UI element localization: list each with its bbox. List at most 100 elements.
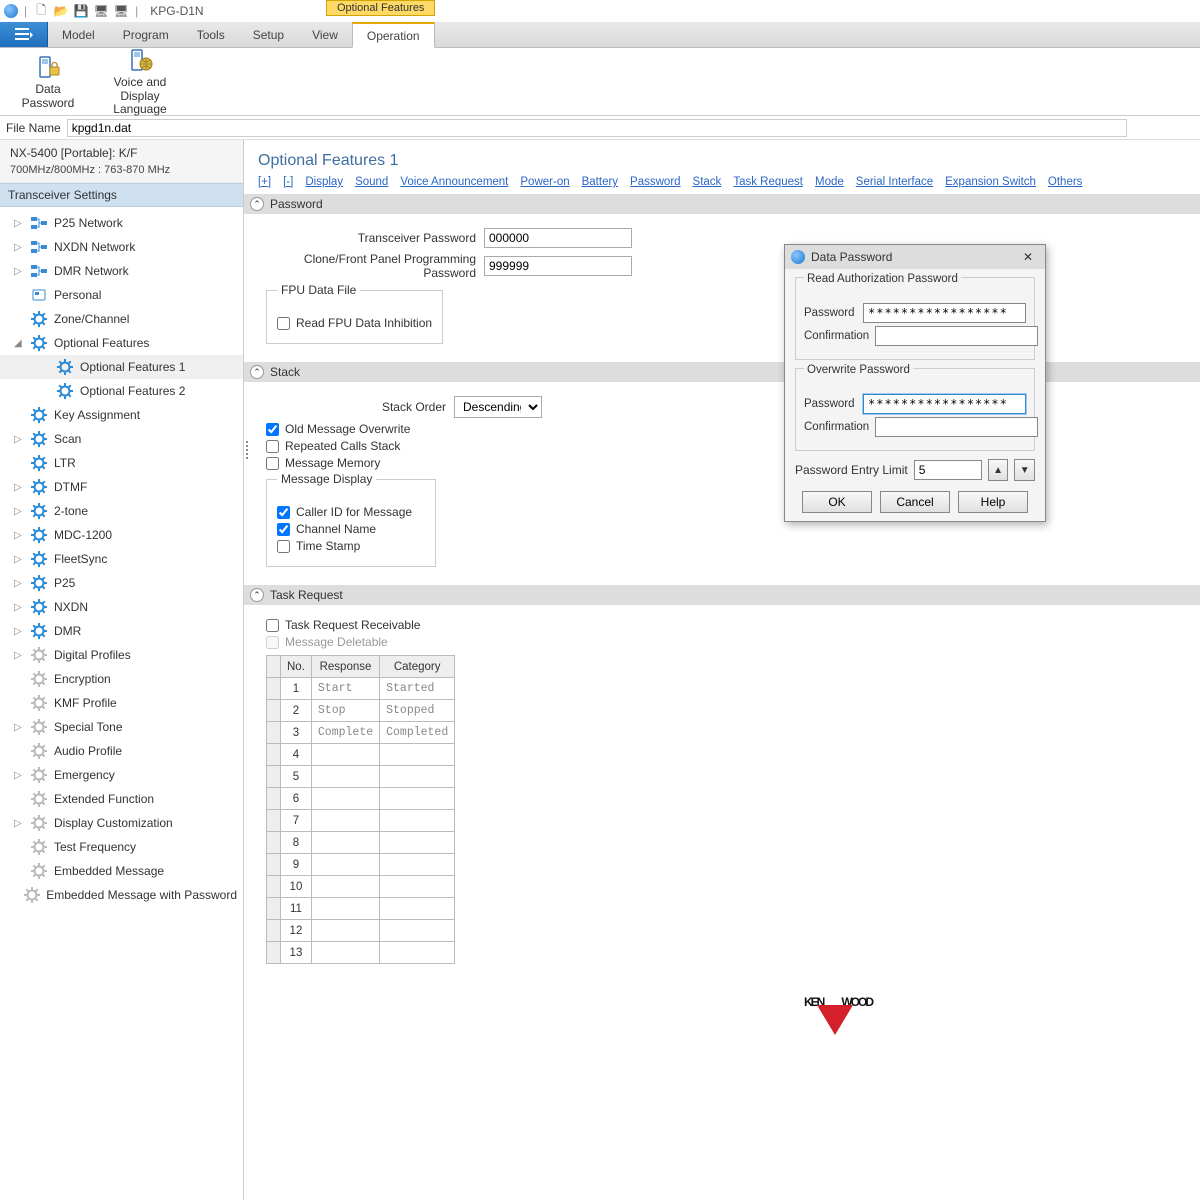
table-row[interactable]: 8 bbox=[267, 832, 455, 854]
link-stack[interactable]: Stack bbox=[693, 176, 722, 188]
read-confirmation-input[interactable] bbox=[875, 326, 1038, 346]
tree-item-ltr[interactable]: LTR bbox=[0, 451, 243, 475]
tab-view[interactable]: View bbox=[298, 22, 352, 47]
tree-item-extended-function[interactable]: Extended Function bbox=[0, 787, 243, 811]
table-row[interactable]: 9 bbox=[267, 854, 455, 876]
link-serial-interface[interactable]: Serial Interface bbox=[856, 176, 933, 188]
tree-item-encryption[interactable]: Encryption bbox=[0, 667, 243, 691]
tab-model[interactable]: Model bbox=[48, 22, 109, 47]
read-fpu-inhibition-checkbox[interactable] bbox=[277, 317, 290, 330]
tab-setup[interactable]: Setup bbox=[239, 22, 298, 47]
tree-item-2-tone[interactable]: ▷2-tone bbox=[0, 499, 243, 523]
link-password[interactable]: Password bbox=[630, 176, 681, 188]
tab-tools[interactable]: Tools bbox=[183, 22, 239, 47]
clone-password-input[interactable] bbox=[484, 256, 632, 276]
tree-item-p25-network[interactable]: ▷P25 Network bbox=[0, 211, 243, 235]
tree-item-embedded-message-with-password[interactable]: Embedded Message with Password bbox=[0, 883, 243, 907]
stack-section-header[interactable]: ⌃ Stack bbox=[244, 362, 1200, 382]
tree-item-kmf-profile[interactable]: KMF Profile bbox=[0, 691, 243, 715]
data-password-button[interactable]: Data Password bbox=[8, 53, 88, 111]
message-deletable-checkbox[interactable] bbox=[266, 636, 279, 649]
message-memory-checkbox[interactable] bbox=[266, 457, 279, 470]
overwrite-password-input[interactable] bbox=[863, 394, 1026, 414]
task-request-section-header[interactable]: ⌃ Task Request bbox=[244, 585, 1200, 605]
table-row[interactable]: 2StopStopped bbox=[267, 700, 455, 722]
new-file-icon[interactable]: 🗋 bbox=[33, 3, 49, 19]
tree-item-p25[interactable]: ▷P25 bbox=[0, 571, 243, 595]
task-request-table[interactable]: No.ResponseCategory1StartStarted2StopSto… bbox=[266, 655, 455, 964]
tree-item-mdc-1200[interactable]: ▷MDC-1200 bbox=[0, 523, 243, 547]
open-file-icon[interactable]: 📂 bbox=[53, 3, 69, 19]
dialog-titlebar[interactable]: Data Password ✕ bbox=[785, 245, 1045, 269]
file-menu-button[interactable] bbox=[0, 22, 48, 47]
voice-language-button[interactable]: Voice and Display Language bbox=[100, 46, 180, 117]
table-row[interactable]: 12 bbox=[267, 920, 455, 942]
spin-up-button[interactable]: ▲ bbox=[988, 459, 1009, 481]
settings-tree[interactable]: ▷P25 Network▷NXDN Network▷DMR NetworkPer… bbox=[0, 207, 243, 1200]
tree-item-key-assignment[interactable]: Key Assignment bbox=[0, 403, 243, 427]
password-entry-limit-input[interactable] bbox=[914, 460, 982, 480]
caller-id-checkbox[interactable] bbox=[277, 506, 290, 519]
table-row[interactable]: 3CompleteCompleted bbox=[267, 722, 455, 744]
tree-item-optional-features[interactable]: ◢Optional Features bbox=[0, 331, 243, 355]
tree-item-dtmf[interactable]: ▷DTMF bbox=[0, 475, 243, 499]
link-mode[interactable]: Mode bbox=[815, 176, 844, 188]
splitter-grip[interactable] bbox=[244, 430, 250, 470]
tree-item-display-customization[interactable]: ▷Display Customization bbox=[0, 811, 243, 835]
file-name-input[interactable] bbox=[67, 119, 1127, 137]
table-row[interactable]: 5 bbox=[267, 766, 455, 788]
tree-item-digital-profiles[interactable]: ▷Digital Profiles bbox=[0, 643, 243, 667]
tree-item-dmr[interactable]: ▷DMR bbox=[0, 619, 243, 643]
cancel-button[interactable]: Cancel bbox=[880, 491, 950, 513]
password-section-header[interactable]: ⌃ Password bbox=[244, 194, 1200, 214]
link--[interactable]: [-] bbox=[283, 176, 293, 188]
repeated-calls-stack-checkbox[interactable] bbox=[266, 440, 279, 453]
link-power-on[interactable]: Power-on bbox=[520, 176, 569, 188]
tree-item-optional-features-1[interactable]: Optional Features 1 bbox=[0, 355, 243, 379]
tree-item-emergency[interactable]: ▷Emergency bbox=[0, 763, 243, 787]
read-password-input[interactable] bbox=[863, 303, 1026, 323]
link-others[interactable]: Others bbox=[1048, 176, 1083, 188]
table-row[interactable]: 11 bbox=[267, 898, 455, 920]
tree-item-nxdn-network[interactable]: ▷NXDN Network bbox=[0, 235, 243, 259]
task-request-receivable-checkbox[interactable] bbox=[266, 619, 279, 632]
spin-down-button[interactable]: ▼ bbox=[1014, 459, 1035, 481]
table-row[interactable]: 6 bbox=[267, 788, 455, 810]
ok-button[interactable]: OK bbox=[802, 491, 872, 513]
tab-operation[interactable]: Operation bbox=[352, 22, 435, 48]
table-row[interactable]: 1StartStarted bbox=[267, 678, 455, 700]
old-message-overwrite-checkbox[interactable] bbox=[266, 423, 279, 436]
save-file-icon[interactable]: 💾 bbox=[73, 3, 89, 19]
tree-item-zone-channel[interactable]: Zone/Channel bbox=[0, 307, 243, 331]
link-battery[interactable]: Battery bbox=[582, 176, 618, 188]
table-row[interactable]: 7 bbox=[267, 810, 455, 832]
table-row[interactable]: 13 bbox=[267, 942, 455, 964]
dialog-close-button[interactable]: ✕ bbox=[1017, 250, 1039, 264]
help-button[interactable]: Help bbox=[958, 491, 1028, 513]
table-row[interactable]: 10 bbox=[267, 876, 455, 898]
tree-item-embedded-message[interactable]: Embedded Message bbox=[0, 859, 243, 883]
link-display[interactable]: Display bbox=[305, 176, 343, 188]
tree-item-optional-features-2[interactable]: Optional Features 2 bbox=[0, 379, 243, 403]
tree-item-scan[interactable]: ▷Scan bbox=[0, 427, 243, 451]
write-device-icon[interactable]: 🖥 bbox=[93, 3, 109, 19]
read-device-icon[interactable]: 🖥 bbox=[113, 3, 129, 19]
link-voice-announcement[interactable]: Voice Announcement bbox=[400, 176, 508, 188]
overwrite-confirmation-input[interactable] bbox=[875, 417, 1038, 437]
link-task-request[interactable]: Task Request bbox=[733, 176, 803, 188]
tree-item-fleetsync[interactable]: ▷FleetSync bbox=[0, 547, 243, 571]
stack-order-select[interactable]: Descending bbox=[454, 396, 542, 418]
tree-item-dmr-network[interactable]: ▷DMR Network bbox=[0, 259, 243, 283]
time-stamp-checkbox[interactable] bbox=[277, 540, 290, 553]
transceiver-password-input[interactable] bbox=[484, 228, 632, 248]
tree-item-special-tone[interactable]: ▷Special Tone bbox=[0, 715, 243, 739]
link-expansion-switch[interactable]: Expansion Switch bbox=[945, 176, 1036, 188]
link-sound[interactable]: Sound bbox=[355, 176, 388, 188]
table-row[interactable]: 4 bbox=[267, 744, 455, 766]
tree-item-test-frequency[interactable]: Test Frequency bbox=[0, 835, 243, 859]
tree-item-personal[interactable]: Personal bbox=[0, 283, 243, 307]
link--[interactable]: [+] bbox=[258, 176, 271, 188]
tree-item-nxdn[interactable]: ▷NXDN bbox=[0, 595, 243, 619]
channel-name-checkbox[interactable] bbox=[277, 523, 290, 536]
tree-item-audio-profile[interactable]: Audio Profile bbox=[0, 739, 243, 763]
